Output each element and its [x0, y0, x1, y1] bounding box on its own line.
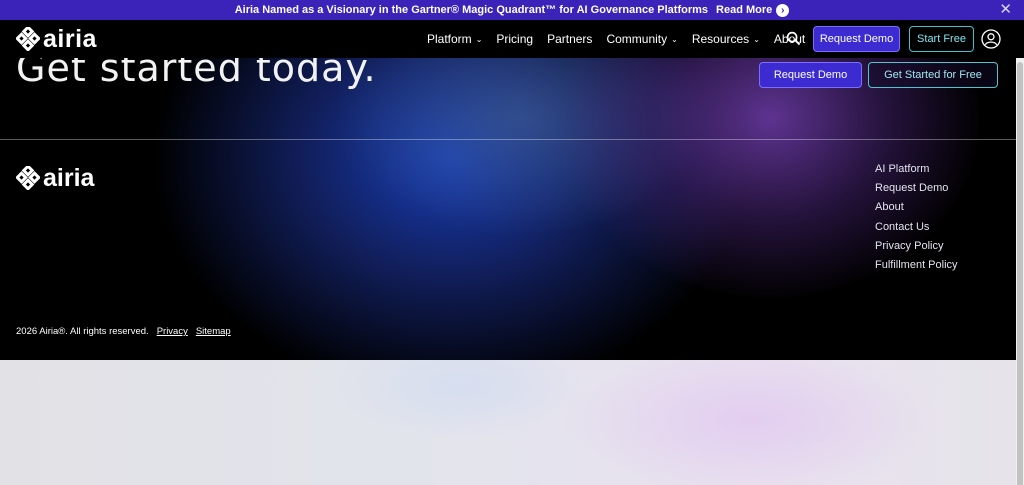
read-more-label: Read More — [716, 4, 773, 16]
header-logo[interactable]: airia — [16, 25, 97, 53]
privacy-link[interactable]: Privacy — [157, 326, 188, 337]
footer-links: AI Platform Request Demo About Contact U… — [875, 162, 958, 277]
cta-request-demo-button[interactable]: Request Demo — [759, 62, 862, 88]
copyright-text: 2026 Airia®. All rights reserved. — [16, 326, 149, 337]
nav-partners-label: Partners — [547, 32, 593, 46]
nav-resources[interactable]: Resources ⌄ — [692, 32, 760, 46]
background-glow — [330, 360, 590, 440]
footer-wordmark: airia — [43, 164, 95, 192]
airia-logo-icon — [16, 27, 40, 51]
user-account-icon[interactable] — [981, 29, 1001, 49]
nav-resources-label: Resources — [691, 32, 750, 46]
footer-link-fulfillment-policy[interactable]: Fulfillment Policy — [875, 258, 958, 277]
footer-section: Get started today. Request Demo Get Star… — [0, 58, 1016, 360]
chevron-down-icon: ⌄ — [753, 34, 760, 44]
nav-community[interactable]: Community ⌄ — [606, 32, 677, 46]
nav-pricing-label: Pricing — [496, 32, 534, 46]
footer-link-ai-platform[interactable]: AI Platform — [875, 162, 958, 181]
scrollbar-thumb[interactable] — [1017, 62, 1023, 485]
header-start-free-button[interactable]: Start Free — [909, 26, 974, 52]
chevron-down-icon: ⌄ — [475, 34, 483, 44]
cta-get-started-button[interactable]: Get Started for Free — [868, 62, 998, 88]
announcement-bar: Airia Named as a Visionary in the Gartne… — [0, 0, 1024, 20]
airia-logo-icon — [16, 166, 40, 190]
nav-pricing[interactable]: Pricing — [496, 32, 533, 46]
header-request-demo-button[interactable]: Request Demo — [813, 26, 900, 52]
nav-community-label: Community — [606, 32, 668, 46]
arrow-right-circle-icon: › — [776, 3, 790, 17]
divider — [0, 139, 1016, 140]
main-nav: Platform ⌄ Pricing Partners Community ⌄ … — [427, 20, 819, 58]
page-bottom-background — [0, 360, 1016, 485]
footer-link-request-demo[interactable]: Request Demo — [875, 181, 958, 200]
search-icon[interactable] — [786, 31, 801, 46]
nav-partners[interactable]: Partners — [547, 32, 592, 46]
footer-link-contact-us[interactable]: Contact Us — [875, 220, 958, 239]
chevron-down-icon: ⌄ — [671, 34, 678, 44]
copyright-row: 2026 Airia®. All rights reserved. Privac… — [16, 326, 231, 337]
logo-wordmark: airia — [43, 25, 97, 53]
scrollbar[interactable] — [1016, 20, 1024, 485]
close-icon[interactable]: ✕ — [999, 2, 1012, 18]
footer-link-privacy-policy[interactable]: Privacy Policy — [875, 239, 958, 258]
read-more-link[interactable]: Read More › — [716, 3, 790, 17]
nav-platform[interactable]: Platform ⌄ — [427, 32, 482, 46]
sitemap-link[interactable]: Sitemap — [196, 326, 231, 337]
footer-link-about[interactable]: About — [875, 200, 958, 219]
site-header: airia Platform ⌄ Pricing Partners Commun… — [0, 20, 1024, 58]
cta-heading: Get started today. — [16, 58, 377, 90]
announcement-text: Airia Named as a Visionary in the Gartne… — [234, 4, 709, 16]
footer-logo[interactable]: airia — [16, 164, 95, 192]
background-glow — [560, 360, 940, 485]
nav-platform-label: Platform — [427, 32, 472, 46]
